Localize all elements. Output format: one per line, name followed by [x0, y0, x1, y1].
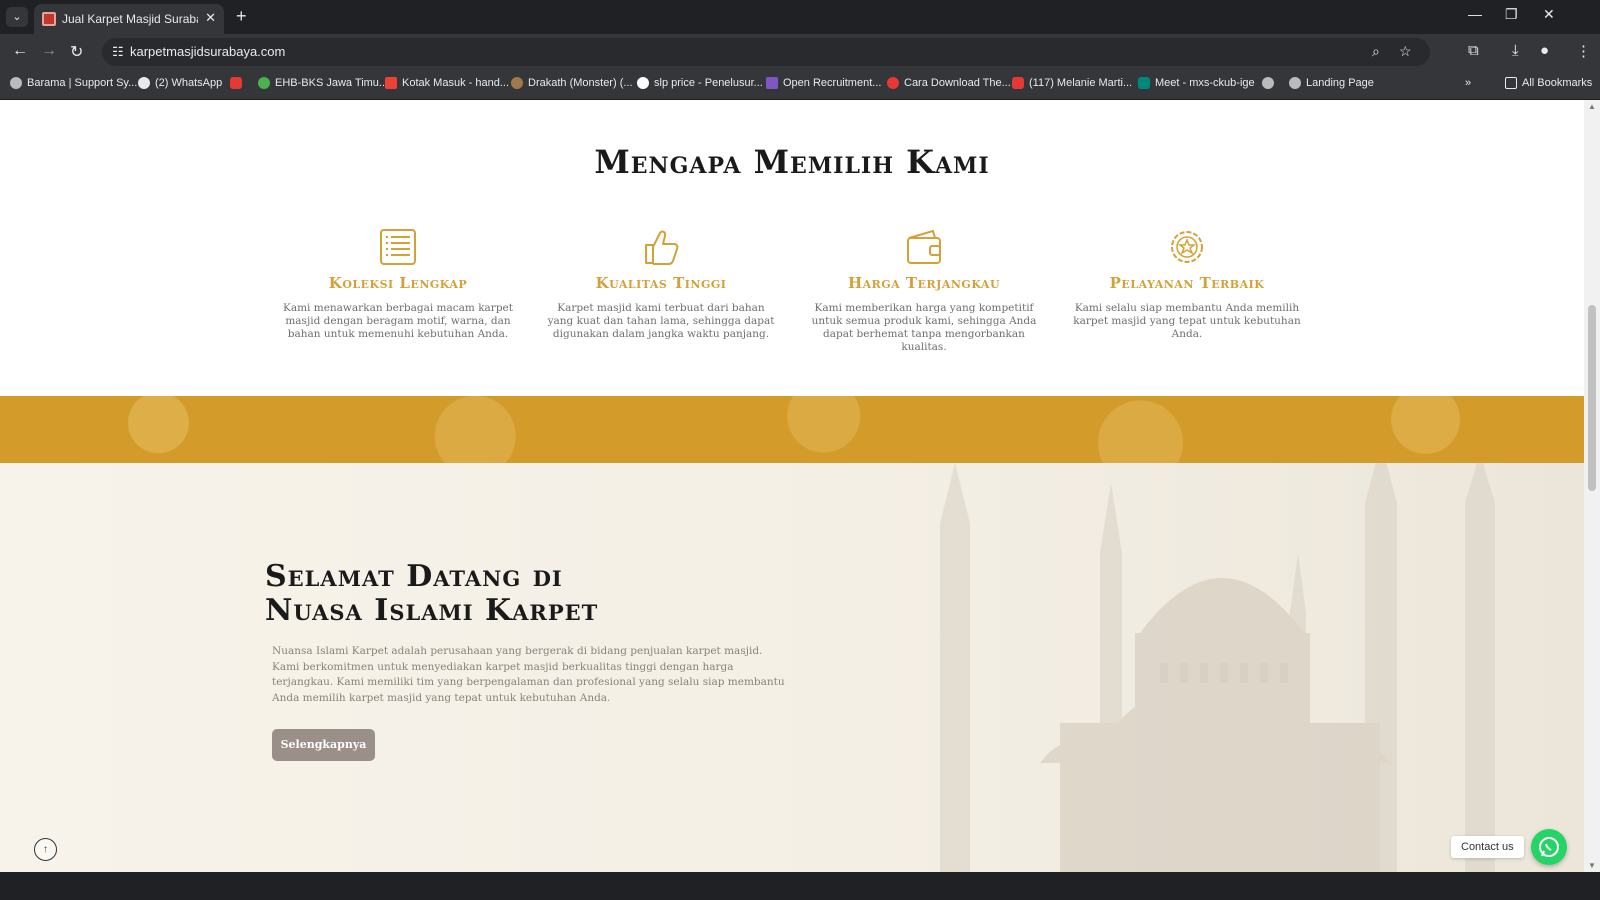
bookmark-item[interactable]: Landing Page [1289, 77, 1374, 89]
bookmark-item[interactable]: Drakath (Monster) (... [511, 77, 633, 89]
site-favicon-icon [42, 12, 56, 26]
list-icon [380, 229, 416, 265]
thumbs-up-icon [645, 230, 679, 265]
welcome-paragraph: Nuansa Islami Karpet adalah perusahaan y… [272, 645, 785, 704]
globe-icon [258, 77, 270, 89]
feature-title: Koleksi Lengkap [328, 274, 468, 292]
bookmark-item[interactable] [230, 77, 247, 89]
new-tab-icon[interactable]: + [236, 6, 247, 27]
feature-card: Harga Terjangkau Kami memberikan harga y… [806, 228, 1042, 354]
bookmark-item[interactable]: Kotak Masuk - hand... [385, 77, 509, 89]
decorative-gold-band [0, 396, 1584, 463]
site-info-icon[interactable]: ☷ [112, 44, 124, 60]
window-close-icon[interactable]: ✕ [1543, 6, 1555, 23]
globe-icon [1262, 77, 1274, 89]
bookmark-item[interactable]: EHB-BKS Jawa Timu... [258, 77, 388, 89]
bookmark-item[interactable]: Cara Download The... [887, 77, 1011, 89]
s-icon [887, 77, 899, 89]
contact-us-label[interactable]: Contact us [1451, 836, 1524, 858]
back-icon[interactable]: ← [12, 42, 28, 60]
why-choose-us-heading: Mengapa Memilih Kami [594, 143, 990, 181]
welcome-section: Selamat Datang di Nuasa Islami Karpet Nu… [0, 463, 1584, 872]
game-icon [511, 77, 523, 89]
bookmark-star-icon[interactable]: ☆ [1399, 43, 1412, 60]
menu-kebab-icon[interactable]: ⋮ [1576, 42, 1591, 60]
back-to-top-button[interactable]: ↑ [34, 838, 57, 861]
active-tab[interactable]: Jual Karpet Masjid Surabaya - N ✕ [34, 4, 224, 34]
feature-card: Kualitas Tinggi Karpet masjid kami terbu… [543, 228, 779, 341]
close-tab-icon[interactable]: ✕ [205, 10, 216, 26]
restore-icon[interactable]: ❐ [1505, 6, 1518, 23]
all-bookmarks-button[interactable]: All Bookmarks [1505, 77, 1592, 89]
arrow-up-icon: ↑ [43, 844, 48, 855]
feature-title: Pelayanan Terbaik [1109, 274, 1265, 292]
read-more-button[interactable]: Selengkapnya [272, 729, 375, 761]
scrollbar-thumb[interactable] [1588, 305, 1596, 491]
bookmark-item[interactable]: (2) WhatsApp [138, 77, 222, 89]
whatsapp-icon [138, 77, 150, 89]
extensions-icon[interactable]: ⧉ [1468, 42, 1479, 59]
scroll-up-icon[interactable]: ▲ [1588, 102, 1596, 111]
feature-description: Kami memberikan harga yang kompetitif un… [811, 302, 1037, 353]
reload-icon[interactable]: ↻ [70, 42, 83, 62]
bookmark-item[interactable]: slp price - Penelusur... [637, 77, 763, 89]
tab-strip: ⌄ Jual Karpet Masjid Surabaya - N ✕ + — … [0, 0, 1600, 34]
feature-description: Karpet masjid kami terbuat dari bahan ya… [547, 302, 775, 340]
welcome-heading-line2: Nuasa Islami Karpet [265, 593, 599, 628]
zoom-icon[interactable]: ⌕ [1372, 43, 1380, 60]
url-text[interactable]: karpetmasjidsurabaya.com [130, 44, 285, 59]
feature-title: Kualitas Tinggi [595, 274, 727, 292]
browser-toolbar: ← → ↻ ☷ karpetmasjidsurabaya.com ⌕ ☆ ⧉ ⤓… [0, 34, 1600, 70]
form-icon [766, 77, 778, 89]
more-bookmarks-chevron-icon[interactable]: » [1465, 77, 1471, 89]
tab-search-button[interactable]: ⌄ [6, 7, 28, 27]
bookmark-item[interactable]: (117) Melanie Marti... [1012, 77, 1132, 89]
bookmark-item[interactable] [1262, 77, 1279, 89]
bookmarks-bar: Barama | Support Sy... (2) WhatsApp EHB-… [0, 70, 1600, 100]
welcome-heading-line1: Selamat Datang di [265, 559, 563, 594]
welcome-heading: Selamat Datang di Nuasa Islami Karpet [265, 560, 598, 628]
globe-icon [1289, 77, 1301, 89]
google-icon [637, 77, 649, 89]
feature-description: Kami menawarkan berbagai macam karpet ma… [282, 302, 513, 340]
gmail-icon [385, 77, 397, 89]
feature-description: Kami selalu siap membantu Anda memilih k… [1073, 302, 1301, 340]
globe-icon [10, 77, 22, 89]
whatsapp-icon [1539, 837, 1559, 857]
mosque-background-image [940, 463, 1495, 872]
youtube-icon [230, 77, 242, 89]
bookmark-item[interactable]: Barama | Support Sy... [10, 77, 137, 89]
scroll-down-icon[interactable]: ▼ [1588, 861, 1596, 870]
youtube-icon [1012, 77, 1024, 89]
minimize-icon[interactable]: — [1468, 6, 1482, 22]
download-icon[interactable]: ⤓ [1512, 42, 1519, 59]
tab-title: Jual Karpet Masjid Surabaya - N [62, 12, 198, 26]
wallet-icon [907, 229, 941, 264]
window-bottom-edge [0, 872, 1600, 900]
whatsapp-chat-button[interactable] [1531, 829, 1567, 865]
meet-icon [1138, 77, 1150, 89]
page-viewport: Mengapa Memilih Kami Koleksi Lengkap Kam… [0, 100, 1584, 872]
folder-icon [1505, 77, 1517, 89]
bookmark-item[interactable]: Meet - mxs-ckub-ige [1138, 77, 1255, 89]
forward-icon[interactable]: → [41, 42, 57, 60]
award-icon [1171, 231, 1203, 263]
feature-card: Pelayanan Terbaik Kami selalu siap memba… [1069, 228, 1305, 341]
profile-avatar-icon[interactable]: ● [1540, 42, 1549, 59]
address-bar[interactable]: ☷ karpetmasjidsurabaya.com ⌕ ☆ [102, 38, 1430, 66]
feature-title: Harga Terjangkau [847, 274, 1001, 292]
bookmark-item[interactable]: Open Recruitment... [766, 77, 881, 89]
feature-card: Koleksi Lengkap Kami menawarkan berbagai… [280, 228, 516, 341]
page-scrollbar[interactable]: ▲ ▼ [1584, 100, 1600, 872]
